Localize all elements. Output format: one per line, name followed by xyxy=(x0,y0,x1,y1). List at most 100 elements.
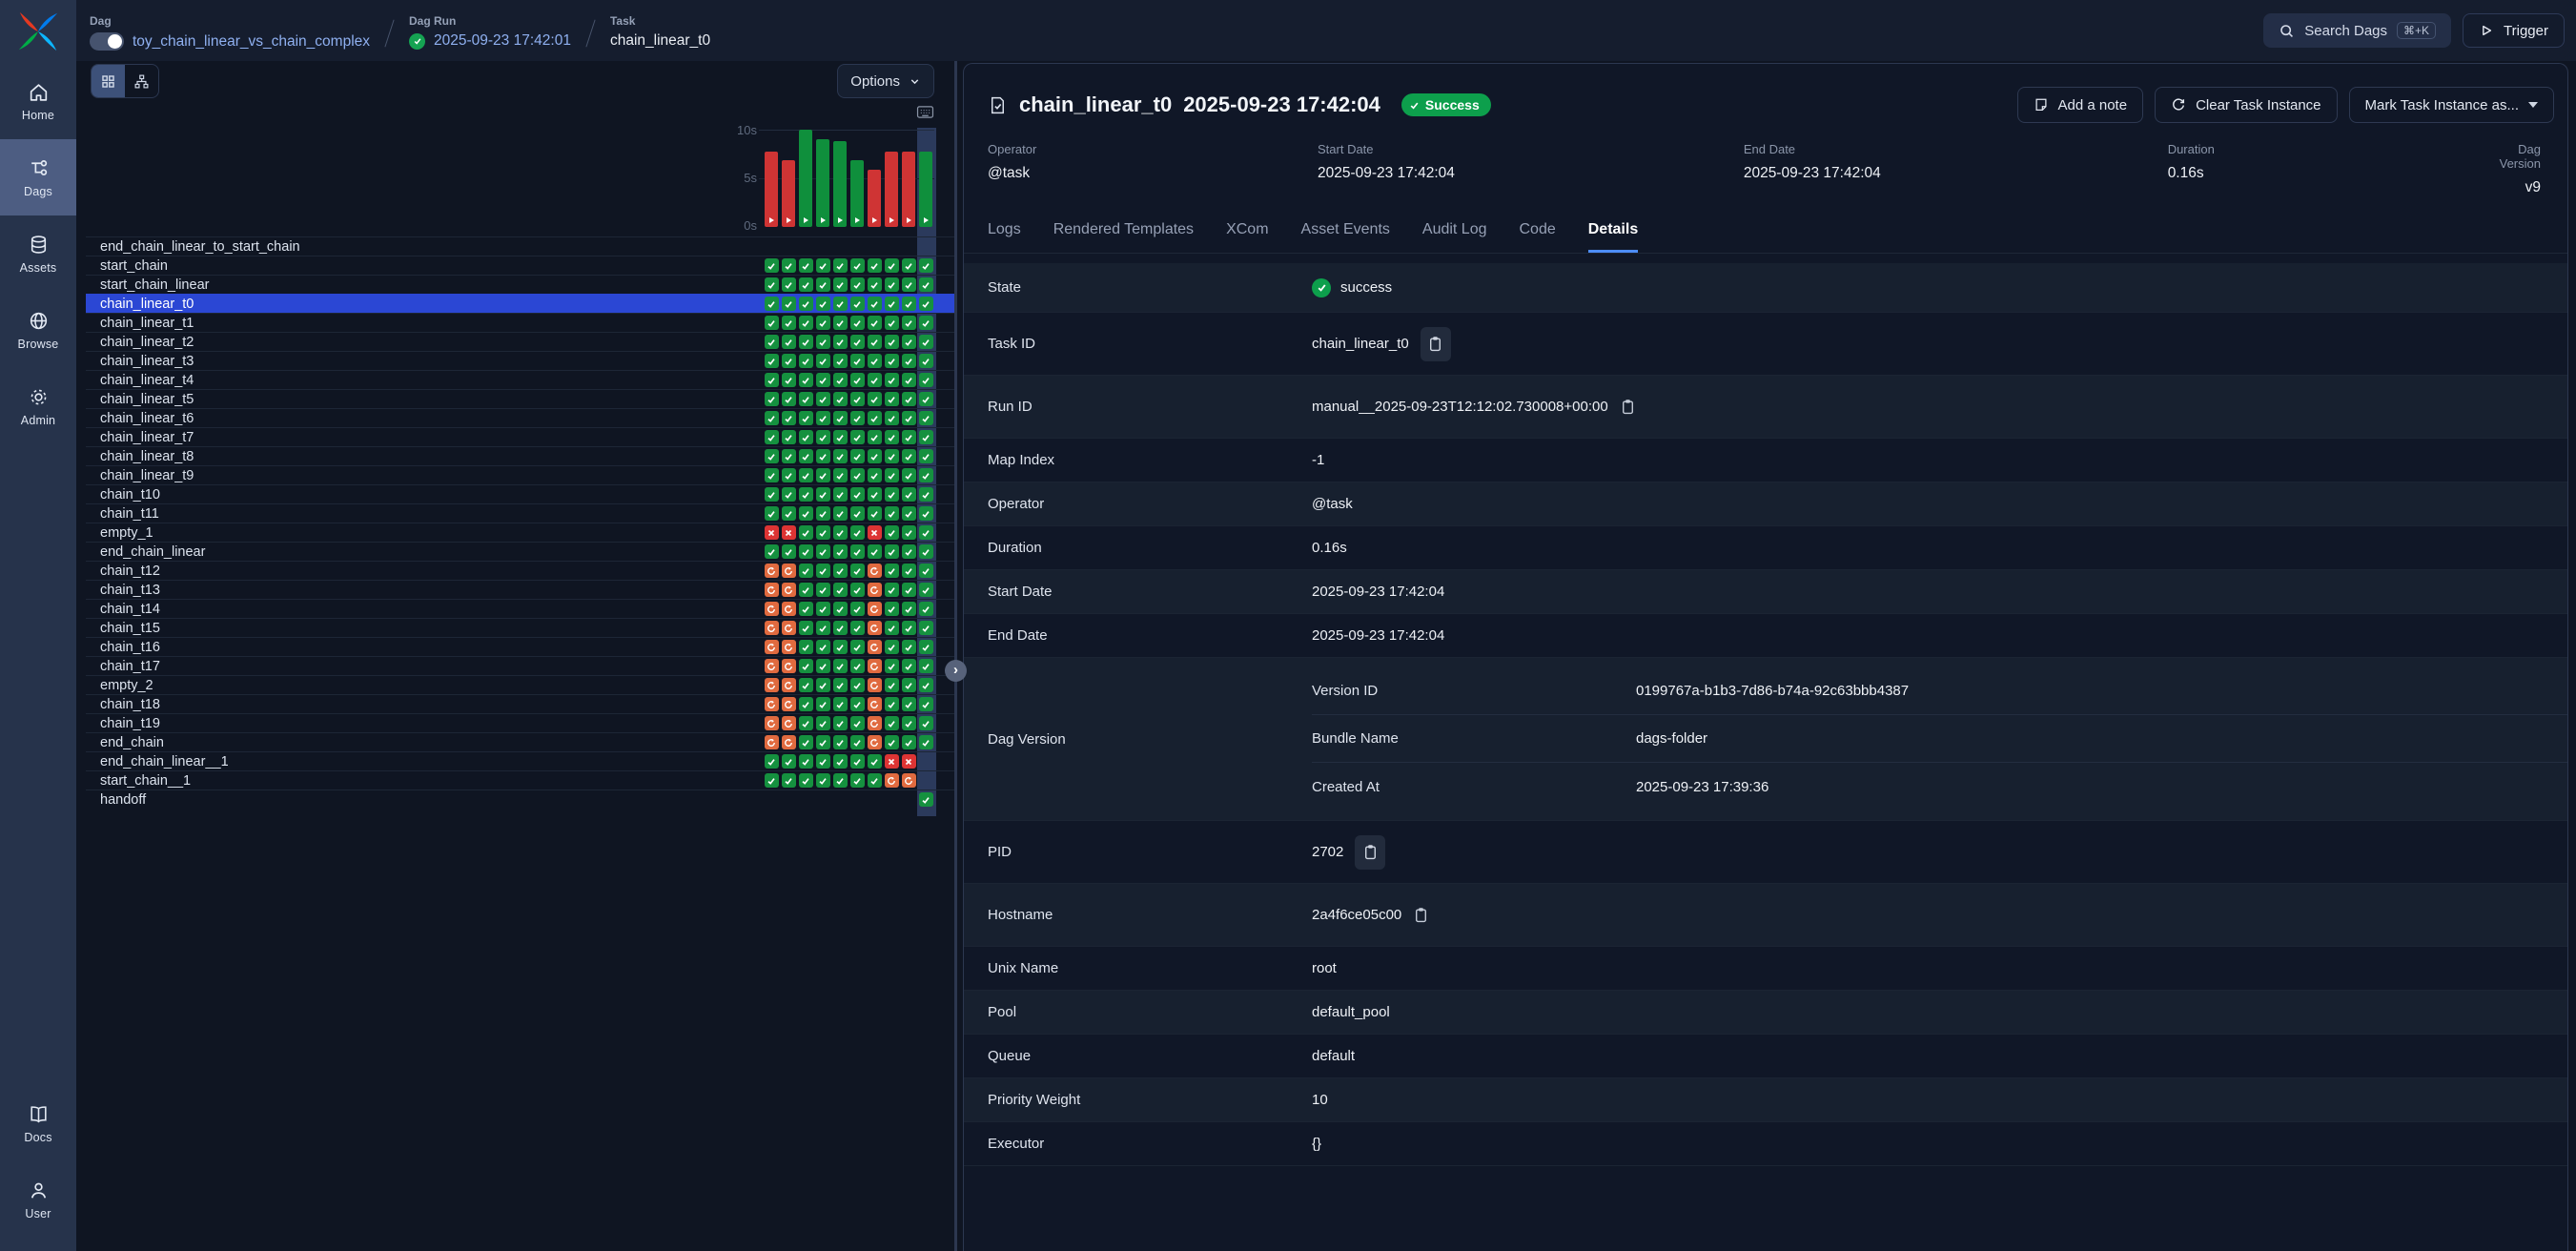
task-instance-success[interactable] xyxy=(885,678,899,692)
task-row[interactable]: empty_1 xyxy=(86,523,955,542)
task-instance-success[interactable] xyxy=(816,506,830,521)
task-row[interactable]: chain_linear_t1 xyxy=(86,313,955,332)
task-instance-up_for_retry[interactable] xyxy=(868,735,882,749)
task-instance-up_for_retry[interactable] xyxy=(868,716,882,730)
task-instance-success[interactable] xyxy=(850,392,865,406)
task-instance-success[interactable] xyxy=(902,468,916,482)
task-name[interactable]: chain_t14 xyxy=(100,601,763,618)
task-instance-success[interactable] xyxy=(919,449,933,463)
task-instance-success[interactable] xyxy=(919,735,933,749)
task-instance-success[interactable] xyxy=(902,564,916,578)
task-instance-success[interactable] xyxy=(902,697,916,711)
task-instance-success[interactable] xyxy=(816,411,830,425)
task-instance-up_for_retry[interactable] xyxy=(782,697,796,711)
task-instance-success[interactable] xyxy=(919,487,933,502)
task-instance-success[interactable] xyxy=(919,354,933,368)
sidebar-item-browse[interactable]: Browse xyxy=(0,292,76,368)
sidebar-item-user[interactable]: User xyxy=(0,1161,76,1238)
task-instance-success[interactable] xyxy=(765,354,779,368)
task-name[interactable]: chain_linear_t2 xyxy=(100,334,763,351)
task-row[interactable]: chain_linear_t4 xyxy=(86,370,955,389)
task-instance-success[interactable] xyxy=(850,354,865,368)
task-instance-success[interactable] xyxy=(833,506,848,521)
sidebar-item-assets[interactable]: Assets xyxy=(0,215,76,292)
copy-task-id-button[interactable] xyxy=(1421,327,1451,361)
task-instance-success[interactable] xyxy=(902,659,916,673)
task-name[interactable]: chain_linear_t8 xyxy=(100,448,763,465)
task-instance-success[interactable] xyxy=(885,468,899,482)
task-instance-success[interactable] xyxy=(902,373,916,387)
task-instance-success[interactable] xyxy=(833,487,848,502)
task-instance-failed[interactable] xyxy=(868,525,882,540)
task-instance-success[interactable] xyxy=(799,754,813,769)
task-instance-success[interactable] xyxy=(799,525,813,540)
task-instance-success[interactable] xyxy=(816,258,830,273)
task-instance-success[interactable] xyxy=(885,659,899,673)
task-instance-up_for_retry[interactable] xyxy=(782,678,796,692)
task-row[interactable]: chain_linear_t6 xyxy=(86,408,955,427)
task-instance-success[interactable] xyxy=(919,678,933,692)
task-instance-success[interactable] xyxy=(833,468,848,482)
task-name[interactable]: start_chain__1 xyxy=(100,772,763,790)
task-instance-success[interactable] xyxy=(850,659,865,673)
tab-details[interactable]: Details xyxy=(1588,221,1638,253)
task-instance-failed[interactable] xyxy=(782,525,796,540)
task-row[interactable]: chain_t12 xyxy=(86,561,955,580)
task-instance-success[interactable] xyxy=(833,449,848,463)
task-instance-up_for_retry[interactable] xyxy=(765,678,779,692)
task-instance-up_for_retry[interactable] xyxy=(868,678,882,692)
task-instance-success[interactable] xyxy=(799,735,813,749)
task-instance-success[interactable] xyxy=(885,583,899,597)
grid-view-button[interactable] xyxy=(92,65,125,97)
task-instance-success[interactable] xyxy=(902,258,916,273)
task-instance-up_for_retry[interactable] xyxy=(765,621,779,635)
task-instance-success[interactable] xyxy=(799,316,813,330)
task-instance-success[interactable] xyxy=(833,773,848,788)
task-instance-success[interactable] xyxy=(885,621,899,635)
task-name[interactable]: chain_t17 xyxy=(100,658,763,675)
task-instance-success[interactable] xyxy=(885,316,899,330)
task-instance-success[interactable] xyxy=(902,506,916,521)
task-instance-success[interactable] xyxy=(816,716,830,730)
task-instance-success[interactable] xyxy=(816,544,830,559)
task-instance-success[interactable] xyxy=(799,430,813,444)
task-instance-success[interactable] xyxy=(799,602,813,616)
dag-name-link[interactable]: toy_chain_linear_vs_chain_complex xyxy=(133,33,370,51)
task-instance-success[interactable] xyxy=(902,277,916,292)
task-instance-success[interactable] xyxy=(782,258,796,273)
task-instance-success[interactable] xyxy=(885,716,899,730)
task-instance-success[interactable] xyxy=(816,678,830,692)
task-instance-success[interactable] xyxy=(868,449,882,463)
options-button[interactable]: Options xyxy=(837,64,934,98)
task-instance-success[interactable] xyxy=(919,583,933,597)
task-name[interactable]: end_chain_linear_to_start_chain xyxy=(100,238,763,256)
task-instance-success[interactable] xyxy=(765,316,779,330)
task-instance-up_for_retry[interactable] xyxy=(868,564,882,578)
task-instance-success[interactable] xyxy=(885,564,899,578)
task-instance-success[interactable] xyxy=(902,716,916,730)
task-instance-success[interactable] xyxy=(919,659,933,673)
task-instance-up_for_retry[interactable] xyxy=(765,697,779,711)
task-row[interactable]: chain_linear_t2 xyxy=(86,332,955,351)
task-instance-success[interactable] xyxy=(816,468,830,482)
task-name[interactable]: end_chain xyxy=(100,734,763,751)
task-instance-success[interactable] xyxy=(799,277,813,292)
task-instance-success[interactable] xyxy=(799,564,813,578)
copy-run-id-button[interactable] xyxy=(1620,399,1636,415)
task-instance-success[interactable] xyxy=(850,449,865,463)
task-name[interactable]: handoff xyxy=(100,791,763,809)
task-instance-success[interactable] xyxy=(816,373,830,387)
task-instance-success[interactable] xyxy=(799,487,813,502)
task-name[interactable]: start_chain xyxy=(100,257,763,275)
task-instance-success[interactable] xyxy=(765,754,779,769)
tab-logs[interactable]: Logs xyxy=(988,221,1021,253)
add-note-button[interactable]: Add a note xyxy=(2017,87,2144,123)
task-instance-success[interactable] xyxy=(885,297,899,311)
task-row[interactable]: chain_linear_t8 xyxy=(86,446,955,465)
task-instance-success[interactable] xyxy=(799,621,813,635)
task-instance-success[interactable] xyxy=(868,316,882,330)
task-instance-success[interactable] xyxy=(902,640,916,654)
task-instance-success[interactable] xyxy=(765,544,779,559)
task-name[interactable]: chain_linear_t0 xyxy=(100,296,763,313)
task-instance-success[interactable] xyxy=(799,640,813,654)
